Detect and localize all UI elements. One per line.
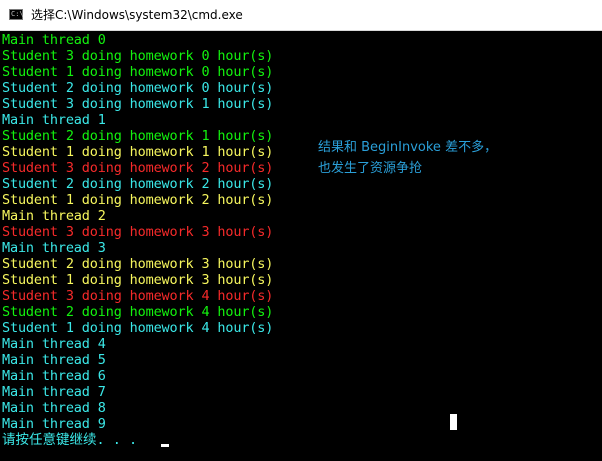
console-line: Main thread 3 (2, 240, 106, 256)
console-icon: C:\ (9, 9, 24, 20)
text-cursor (161, 444, 169, 447)
console-line: Student 3 doing homework 3 hour(s) (2, 224, 274, 240)
console-line: Main thread 6 (2, 368, 106, 384)
console-line: Student 1 doing homework 1 hour(s) (2, 144, 274, 160)
title-bar[interactable]: C:\ 选择C:\Windows\system32\cmd.exe (0, 0, 602, 31)
console-line: Main thread 8 (2, 400, 106, 416)
console-line: Student 1 doing homework 2 hour(s) (2, 192, 274, 208)
console-line: Main thread 2 (2, 208, 106, 224)
console-line: Student 2 doing homework 2 hour(s) (2, 176, 274, 192)
annotation-line-2: 也发生了资源争抢 (318, 161, 423, 176)
console-line: Student 3 doing homework 1 hour(s) (2, 96, 274, 112)
console-line: Student 2 doing homework 4 hour(s) (2, 304, 274, 320)
annotation-note: 结果和 BeginInvoke 差不多， 也发生了资源争抢 (318, 137, 497, 179)
console-line: Main thread 5 (2, 352, 106, 368)
console-output[interactable]: Main thread 0 Student 3 doing homework 0 … (0, 31, 602, 461)
console-line: Student 2 doing homework 3 hour(s) (2, 256, 274, 272)
console-line: Main thread 0 (2, 32, 106, 48)
console-line: Student 2 doing homework 0 hour(s) (2, 80, 274, 96)
window-title: 选择C:\Windows\system32\cmd.exe (31, 8, 243, 22)
console-line: Student 1 doing homework 0 hour(s) (2, 64, 274, 80)
console-line: Student 3 doing homework 4 hour(s) (2, 288, 274, 304)
console-line: Student 3 doing homework 0 hour(s) (2, 48, 274, 64)
console-line: Student 2 doing homework 1 hour(s) (2, 128, 274, 144)
console-line: Main thread 4 (2, 336, 106, 352)
cmd-window: C:\ 选择C:\Windows\system32\cmd.exe Main t… (0, 0, 602, 461)
console-line: Main thread 9 (2, 416, 106, 432)
console-line: Student 1 doing homework 3 hour(s) (2, 272, 274, 288)
console-line: Student 1 doing homework 4 hour(s) (2, 320, 274, 336)
block-cursor (450, 414, 457, 430)
console-line: Student 3 doing homework 2 hour(s) (2, 160, 274, 176)
console-line: Main thread 1 (2, 112, 106, 128)
console-line: Main thread 7 (2, 384, 106, 400)
console-icon-label: C:\ (11, 10, 24, 18)
continue-prompt: 请按任意键继续. . . (2, 432, 138, 448)
annotation-line-1: 结果和 BeginInvoke 差不多， (318, 140, 498, 155)
